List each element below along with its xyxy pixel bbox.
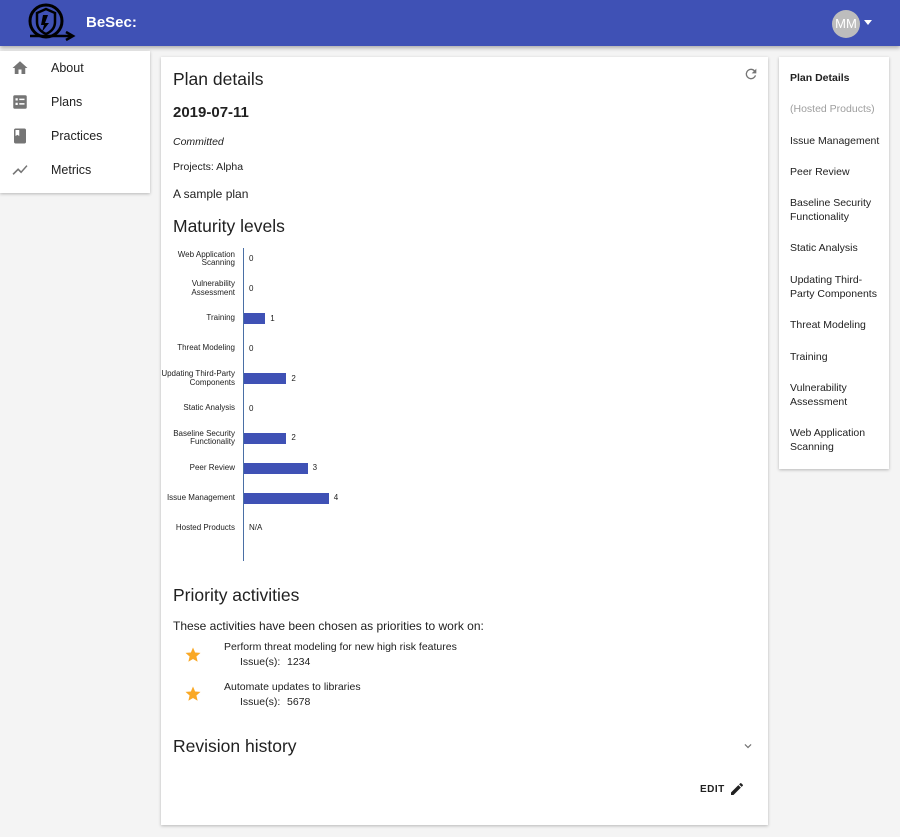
chart-bar — [244, 462, 308, 474]
page-title: Plan details — [173, 69, 264, 89]
chart-value-label: 1 — [270, 313, 275, 323]
logo-icon[interactable] — [16, 2, 76, 44]
chart-value-label: 0 — [249, 283, 254, 293]
chart-value-label: 0 — [249, 343, 254, 353]
maturity-chart: Web Application Scanning 0 Vulnerability A… — [161, 242, 401, 567]
toc-item-vulnerability-assessment[interactable]: Vulnerability Assessment — [790, 381, 885, 409]
chart-category-label: Web Application Scanning — [177, 249, 235, 267]
home-icon — [12, 61, 28, 74]
sidebar-item-practices[interactable]: Practices — [0, 119, 150, 153]
chart-category-label: Peer Review — [189, 462, 235, 472]
app-bar: BeSec: MM — [0, 0, 900, 46]
avatar[interactable]: MM — [832, 10, 860, 38]
chart-bar — [244, 373, 287, 385]
toc-item-threat-modeling[interactable]: Threat Modeling — [790, 318, 885, 332]
activity-title: Automate updates to libraries — [224, 681, 361, 693]
toc-item-hosted-products[interactable]: (Hosted Products) — [790, 102, 885, 116]
revision-history-heading[interactable]: Revision history — [173, 736, 297, 757]
chevron-down-icon[interactable] — [741, 739, 755, 753]
app-title: BeSec: — [86, 14, 137, 31]
book-icon — [14, 128, 26, 144]
chart-category-label: Baseline Security Functionality — [173, 428, 235, 447]
activity-issues-value: 1234 — [287, 656, 311, 668]
chart-category-label: Issue Management — [166, 492, 235, 502]
priority-heading: Priority activities — [173, 585, 300, 605]
maturity-heading: Maturity levels — [173, 216, 285, 236]
plan-description: A sample plan — [173, 187, 249, 201]
toc-item-web-application-scanning[interactable]: Web Application Scanning — [790, 426, 885, 454]
chart-value-label: 0 — [249, 254, 254, 263]
activity-title: Perform threat modeling for new high ris… — [224, 641, 457, 653]
chart-value-label: N/A — [249, 523, 263, 533]
chart-axis — [243, 248, 244, 561]
sidebar-item-label: Practices — [51, 129, 103, 143]
toc-item-peer-review[interactable]: Peer Review — [790, 165, 885, 179]
sidebar-item-about[interactable]: About — [0, 51, 150, 85]
chart-category-label: Static Analysis — [183, 403, 235, 412]
caret-down-icon[interactable] — [864, 20, 872, 25]
list-icon — [13, 95, 27, 109]
toc-item-updating-third-party[interactable]: Updating Third-Party Components — [790, 273, 885, 301]
chart-bar — [244, 432, 287, 444]
chart-value-label: 4 — [333, 493, 339, 503]
chart-category-label: Threat Modeling — [177, 343, 235, 353]
sidebar: About Plans Practices Metrics — [0, 51, 150, 193]
trending-icon — [12, 165, 28, 175]
sidebar-item-metrics[interactable]: Metrics — [0, 153, 150, 187]
chart-value-label: 0 — [249, 403, 254, 413]
edit-label: EDIT — [700, 784, 725, 795]
chart-value-label: 2 — [291, 433, 296, 443]
chart-category-label: Training — [206, 313, 235, 323]
chart-bar — [244, 492, 329, 504]
activity-issues-label: Issue(s): — [240, 696, 281, 708]
priority-intro: These activities have been chosen as pri… — [173, 619, 484, 633]
sidebar-item-label: Plans — [51, 95, 83, 109]
pencil-icon — [731, 782, 744, 795]
activity-issues-value: 5678 — [287, 696, 311, 708]
plan-date: 2019-07-11 — [173, 104, 249, 121]
chart-category-label: Hosted Products — [175, 522, 235, 532]
sidebar-item-plans[interactable]: Plans — [0, 85, 150, 119]
refresh-icon[interactable] — [743, 66, 759, 82]
toc-item-training[interactable]: Training — [790, 350, 885, 364]
chart-value-label: 2 — [291, 373, 296, 383]
toc-item-plan-details[interactable]: Plan Details — [790, 71, 885, 85]
activity-issues-label: Issue(s): — [240, 656, 281, 668]
plan-status: Committed — [173, 136, 224, 148]
plan-details-card: Plan details 2019-07-11 Committed Projec… — [161, 57, 768, 825]
toc-item-static-analysis[interactable]: Static Analysis — [790, 241, 885, 255]
star-icon — [185, 647, 201, 662]
chart-category-label: Updating Third-Party Components — [161, 369, 235, 387]
star-icon — [185, 686, 201, 701]
table-of-contents: Plan Details (Hosted Products) Issue Man… — [779, 57, 889, 469]
edit-button[interactable]: EDIT — [694, 780, 749, 800]
chart-bar — [244, 313, 266, 325]
sidebar-item-label: About — [51, 61, 84, 75]
chart-value-label: 3 — [312, 463, 318, 473]
sidebar-item-label: Metrics — [51, 163, 92, 177]
plan-projects: Projects: Alpha — [173, 161, 244, 173]
toc-item-baseline-security[interactable]: Baseline Security Functionality — [790, 196, 885, 224]
toc-item-issue-management[interactable]: Issue Management — [790, 134, 885, 148]
chart-category-label: Vulnerability Assessment — [191, 279, 235, 297]
